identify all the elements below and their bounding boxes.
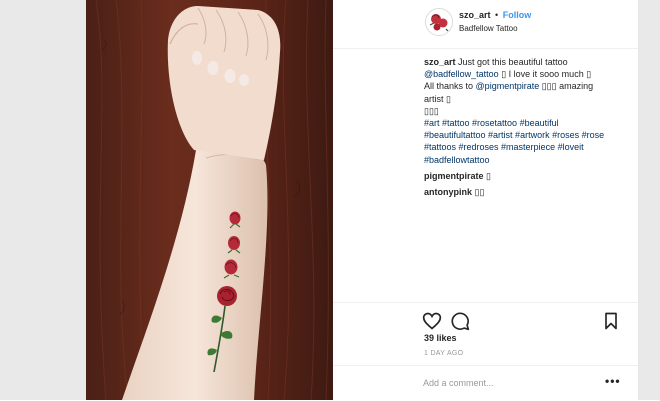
caption-line-2: @badfellow_tattoo ▯ I love it sooo much … [424,68,624,80]
mention-pigmentpirate[interactable]: @pigmentpirate [476,81,540,91]
comment-bar: ••• [333,365,638,401]
caption-username[interactable]: szo_art [424,57,456,67]
caption-line-3: All thanks to @pigmentpirate ▯▯▯ amazing [424,80,624,92]
tattoo-photo-image [86,0,333,400]
speech-bubble-icon [451,312,470,331]
post-header: szo_art • Follow Badfellow Tattoo [333,0,638,49]
comment-username[interactable]: antonypink [424,187,472,197]
header-separator-dot: • [495,10,499,20]
page-backdrop-right [638,0,660,400]
header-user-line: szo_art • Follow [459,10,531,20]
save-button[interactable] [601,311,621,331]
comment-text: ▯▯ [474,187,485,197]
heart-icon [422,312,442,330]
hashtags-line-2[interactable]: #beautifultattoo #artist #artwork #roses… [424,129,624,141]
comment-item: antonypink ▯▯ [424,187,484,198]
caption-text-3b: ▯▯▯ amazing [541,81,594,92]
caption-text-1: Just got this beautiful tattoo [458,57,568,67]
rose-avatar-icon [426,9,452,35]
post-caption: szo_art Just got this beautiful tattoo @… [424,56,624,166]
more-options-button[interactable]: ••• [605,375,621,387]
comment-text: ▯ [486,171,491,181]
follow-button[interactable]: Follow [503,10,532,20]
bookmark-icon [605,312,617,330]
post-timestamp[interactable]: 1 DAY AGO [424,350,463,357]
comment-username[interactable]: pigmentpirate [424,171,484,181]
add-comment-input[interactable] [423,375,593,391]
hashtags-line-3[interactable]: #tattoos #redroses #masterpiece #loveit [424,141,624,153]
post-location[interactable]: Badfellow Tattoo [459,24,518,33]
hashtags-line-4[interactable]: #badfellowtattoo [424,154,624,166]
like-button[interactable] [422,311,442,331]
caption-line-1: szo_art Just got this beautiful tattoo [424,56,624,68]
header-username[interactable]: szo_art [459,10,491,20]
like-count[interactable]: 39 likes [424,333,457,343]
hashtags-line-1[interactable]: #art #tattoo #rosetattoo #beautiful [424,117,624,129]
comment-button[interactable] [450,311,470,331]
post-details-panel: szo_art • Follow Badfellow Tattoo szo_ar… [333,0,639,400]
post-photo[interactable] [86,0,333,400]
caption-text-3: All thanks to [424,81,474,92]
caption-text-2: ▯ I love it sooo much ▯ [501,69,592,80]
action-bar [333,302,638,339]
mention-badfellow-tattoo[interactable]: @badfellow_tattoo [424,69,499,79]
page-backdrop-left [0,0,86,400]
caption-line-4: artist ▯ [424,93,451,104]
avatar[interactable] [425,8,453,36]
caption-line-5: ▯▯▯ [424,105,439,116]
comment-item: pigmentpirate ▯ [424,171,491,182]
